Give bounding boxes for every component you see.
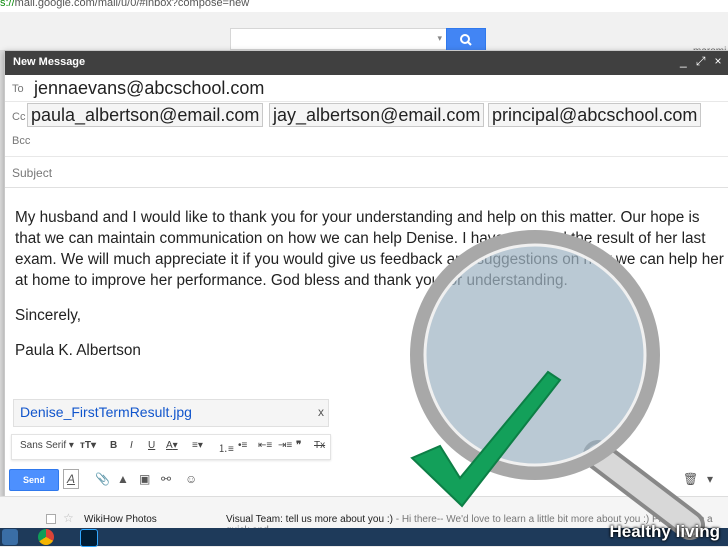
row-sender: WikiHow Photos (84, 514, 157, 525)
close-icon[interactable]: × (711, 54, 725, 68)
url-path: mail.google.com/mail/u/0/#inbox?compose=… (14, 0, 250, 9)
search-icon (460, 34, 472, 46)
to-recipient[interactable]: jennaevans@abcschool.com (34, 78, 264, 99)
bold-button[interactable]: B (110, 440, 117, 451)
to-field[interactable]: To jennaevans@abcschool.com (5, 75, 728, 102)
attachment-chip[interactable]: Denise_FirstTermResult.jpg x (13, 399, 329, 427)
cc-label: Cc (12, 111, 26, 123)
cc-recipient-chip[interactable]: principal@abcschool.com (488, 103, 702, 127)
formatting-toolbar: Sans Serif ▾ тT▾ B I U A▾ ≡▾ ⒈≡ •≡ ⇤≡ ⇥≡… (11, 434, 331, 460)
search-input[interactable]: ▾ (230, 28, 447, 50)
row-checkbox[interactable] (46, 514, 56, 524)
star-icon[interactable]: ☆ (63, 511, 74, 525)
window-controls: _ ⤢ × (676, 54, 725, 69)
italic-button[interactable]: I (130, 440, 133, 451)
font-label: Sans Serif (20, 440, 67, 451)
body-closing: Sincerely, (15, 307, 82, 324)
photoshop-icon[interactable] (80, 529, 98, 547)
row-subject: Visual Team: tell us more about you :) (226, 514, 393, 525)
url-text: s://mail.google.com/mail/u/0/#inbox?comp… (0, 0, 249, 9)
chrome-icon[interactable] (38, 529, 54, 545)
format-icon[interactable]: A (63, 469, 80, 489)
subject-field[interactable]: Subject (5, 157, 728, 188)
indent-more-icon[interactable]: ⇥≡ (278, 440, 292, 451)
emoji-icon[interactable]: ☺ (185, 472, 197, 486)
bulleted-list-icon[interactable]: •≡ (238, 440, 247, 451)
url-scheme: s:// (0, 0, 15, 9)
popout-icon[interactable]: ⤢ (694, 54, 708, 69)
underline-button[interactable]: U (148, 440, 155, 451)
bcc-field[interactable]: Bcc (5, 129, 728, 157)
search-button[interactable] (446, 28, 486, 52)
more-icon[interactable]: ▾ (707, 472, 713, 486)
cc-recipient-chip[interactable]: paula_albertson@email.com (27, 103, 264, 127)
drive-icon[interactable]: ▲ (117, 472, 129, 486)
indent-less-icon[interactable]: ⇤≡ (258, 440, 272, 451)
body-paragraph: My husband and I would like to thank you… (15, 209, 724, 289)
url-bar[interactable]: s://mail.google.com/mail/u/0/#inbox?comp… (0, 0, 728, 12)
start-icon[interactable] (2, 529, 18, 545)
cc-field[interactable]: Cc paula_albertson@email.com jay_alberts… (5, 102, 728, 129)
compose-title: New Message (13, 56, 86, 68)
compose-window: New Message _ ⤢ × To jennaevans@abcschoo… (4, 50, 728, 498)
subject-label: Subject (12, 166, 53, 180)
gmail-header: ▾ maromi (0, 12, 728, 57)
cc-recipient-chip[interactable]: jay_albertson@email.com (269, 103, 485, 127)
remove-attachment-icon[interactable]: x (318, 405, 324, 419)
compose-header: New Message _ ⤢ × (5, 51, 728, 75)
to-label: To (12, 83, 24, 95)
photo-icon[interactable]: ▣ (139, 472, 150, 486)
compose-bottom-bar: Send A 📎 ▲ ▣ ⚯ ☺ 🗑 ▾ (5, 465, 728, 497)
message-body[interactable]: My husband and I would like to thank you… (15, 207, 725, 375)
caret-down-icon[interactable]: ▾ (437, 33, 442, 44)
text-color-button[interactable]: A▾ (166, 440, 178, 451)
font-select[interactable]: Sans Serif ▾ (20, 440, 74, 451)
watermark-brand: Healthy living (609, 522, 720, 541)
text-size-icon[interactable]: тT▾ (80, 440, 96, 451)
numbered-list-icon[interactable]: ⒈≡ (218, 440, 234, 455)
text-color-label: A (166, 440, 173, 451)
body-signature: Paula K. Albertson (15, 342, 141, 359)
align-icon[interactable]: ≡▾ (192, 440, 203, 451)
trash-icon[interactable]: 🗑 (683, 472, 698, 486)
attachment-filename[interactable]: Denise_FirstTermResult.jpg (20, 404, 192, 420)
send-button[interactable]: Send (9, 469, 59, 491)
clear-format-button[interactable]: Tx (314, 440, 325, 451)
attach-icon[interactable]: 📎 (95, 472, 110, 486)
minimize-icon[interactable]: _ (676, 54, 690, 68)
quote-button[interactable]: ❞ (296, 440, 301, 451)
link-icon[interactable]: ⚯ (161, 472, 171, 486)
bcc-label: Bcc (12, 135, 31, 147)
